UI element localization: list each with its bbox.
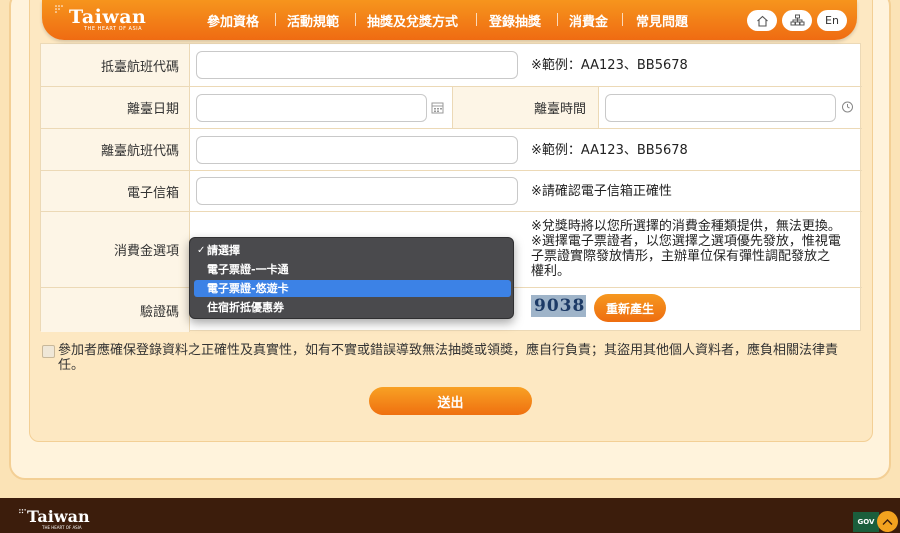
voucher-hint-line4: 權利。 — [531, 264, 571, 279]
clock-icon[interactable] — [841, 100, 854, 113]
nav-divider — [275, 13, 276, 26]
voucher-option-label: 請選擇 — [207, 244, 240, 257]
arrival-flight-input[interactable] — [196, 51, 518, 79]
email-hint: ※請確認電子信箱正確性 — [531, 184, 672, 199]
footer-logo-tagline: THE HEART OF ASIA — [42, 525, 82, 530]
logo-dots-icon — [55, 5, 63, 13]
nav-divider — [557, 13, 558, 26]
sitemap-icon — [790, 14, 804, 26]
voucher-label: 消費金選項 — [41, 212, 190, 287]
home-icon — [756, 15, 768, 27]
voucher-hint-line3: 子票證實際發放情形，主辦單位保有彈性調配發放之 — [531, 249, 831, 264]
chevron-up-icon — [882, 518, 893, 525]
email-label: 電子信箱 — [41, 171, 190, 211]
nav-voucher[interactable]: 消費金 — [569, 11, 608, 30]
captcha-image: 9038 — [531, 295, 586, 317]
voucher-select-menu[interactable]: ✓ 請選擇 電子票證-一卡通 電子票證-悠遊卡 住宿折抵優惠券 — [189, 237, 514, 319]
nav-divider — [476, 13, 477, 26]
nav-divider — [622, 13, 623, 26]
email-input[interactable] — [196, 177, 518, 205]
voucher-option-placeholder[interactable]: ✓ 請選擇 — [194, 242, 511, 259]
taiwan-logo[interactable]: Taiwan — [69, 6, 146, 28]
voucher-hint: ※兌獎時將以您所選擇的消費金種類提供，無法更換。 ※選擇電子票證者，以您選擇之選… — [531, 219, 856, 279]
nav-faq[interactable]: 常見問題 — [636, 11, 688, 30]
nav-divider — [355, 13, 356, 26]
voucher-option-label: 電子票證-悠遊卡 — [207, 282, 289, 295]
calendar-icon[interactable] — [431, 101, 444, 114]
row-arrival-flight: 抵臺航班代碼 ※範例：AA123、BB5678 — [41, 44, 862, 87]
nav-draw-redeem[interactable]: 抽獎及兌獎方式 — [367, 11, 458, 30]
agreement: 參加者應確保登錄資料之正確性及真實性，如有不實或錯誤導致無法抽獎或領獎，應自行負… — [42, 343, 857, 373]
leave-flight-label: 離臺航班代碼 — [41, 129, 190, 170]
leave-time-input[interactable] — [605, 94, 836, 122]
row-email: 電子信箱 ※請確認電子信箱正確性 — [41, 171, 862, 212]
sitemap-button[interactable] — [782, 10, 812, 31]
captcha-label: 驗證碼 — [41, 288, 190, 332]
voucher-option-easycard[interactable]: 電子票證-悠遊卡 — [194, 280, 511, 297]
regenerate-captcha-button[interactable]: 重新產生 — [594, 294, 666, 322]
footer: Taiwan THE HEART OF ASIA — [0, 498, 900, 533]
language-button[interactable]: En — [817, 10, 847, 31]
leave-time-label: 離臺時間 — [452, 87, 599, 128]
agreement-checkbox[interactable] — [42, 345, 55, 358]
top-nav-bar: Taiwan THE HEART OF ASIA 參加資格 活動規範 抽獎及兌獎… — [42, 0, 857, 40]
leave-flight-hint: ※範例：AA123、BB5678 — [531, 143, 688, 158]
voucher-option-accommodation[interactable]: 住宿折抵優惠券 — [194, 299, 511, 316]
captcha-text: 9038 — [534, 296, 586, 316]
back-to-top-button[interactable] — [877, 511, 898, 532]
voucher-hint-line1: ※兌獎時將以您所選擇的消費金種類提供，無法更換。 — [531, 219, 841, 234]
gov-badge[interactable]: GOV — [853, 512, 879, 532]
row-leave-date-time: 離臺日期 離臺時間 — [41, 87, 862, 129]
row-leave-flight: 離臺航班代碼 ※範例：AA123、BB5678 — [41, 129, 862, 171]
nav-rules[interactable]: 活動規範 — [287, 11, 339, 30]
arrival-flight-hint: ※範例：AA123、BB5678 — [531, 58, 688, 73]
voucher-hint-line2: ※選擇電子票證者，以您選擇之選項優先發放，惟視電 — [531, 234, 841, 249]
leave-date-input[interactable] — [196, 94, 427, 122]
arrival-flight-label: 抵臺航班代碼 — [41, 44, 190, 86]
nav-register[interactable]: 登錄抽獎 — [489, 11, 541, 30]
voucher-option-label: 電子票證-一卡通 — [207, 263, 289, 276]
agreement-text: 參加者應確保登錄資料之正確性及真實性，如有不實或錯誤導致無法抽獎或領獎，應自行負… — [58, 343, 839, 373]
home-button[interactable] — [747, 10, 777, 31]
voucher-option-ipass[interactable]: 電子票證-一卡通 — [194, 261, 511, 278]
logo-tagline: THE HEART OF ASIA — [84, 26, 143, 32]
voucher-option-label: 住宿折抵優惠券 — [207, 301, 284, 314]
leave-flight-input[interactable] — [196, 136, 518, 164]
leave-date-label: 離臺日期 — [41, 87, 190, 128]
nav-eligibility[interactable]: 參加資格 — [207, 11, 259, 30]
submit-button[interactable]: 送出 — [369, 387, 532, 415]
footer-taiwan-logo[interactable]: Taiwan — [27, 507, 90, 526]
logo-dots-icon — [19, 509, 26, 514]
checkmark-icon: ✓ — [197, 245, 206, 256]
